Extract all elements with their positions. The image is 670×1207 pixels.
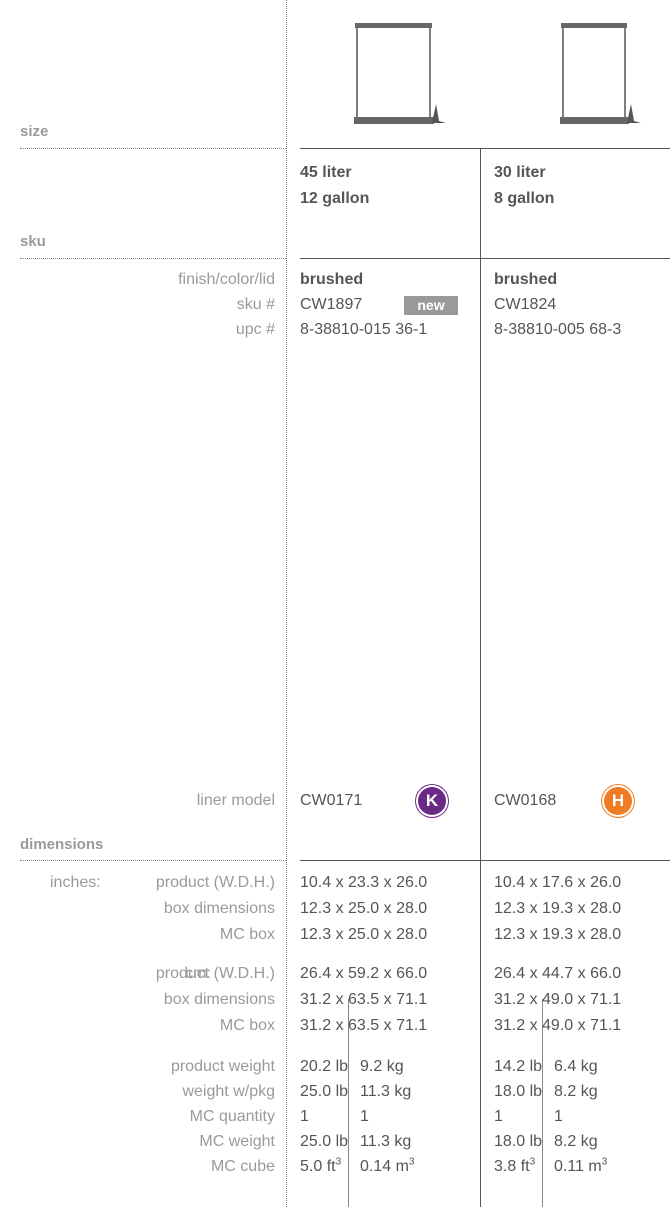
label-weight-pkg: weight w/pkg bbox=[182, 1083, 276, 1100]
solid-rule bbox=[300, 258, 670, 259]
mc-qty-2: 1 bbox=[360, 1108, 369, 1125]
mc-cube-m: 0.14 m3 bbox=[360, 1156, 415, 1175]
cm-mc-box: 31.2 x 49.0 x 71.1 bbox=[494, 1017, 622, 1034]
in-mc-box: 12.3 x 25.0 x 28.0 bbox=[300, 926, 428, 943]
in-product: 10.4 x 17.6 x 26.0 bbox=[494, 874, 622, 891]
label-product-whd-cm: product (W.D.H.) bbox=[155, 965, 275, 982]
size-gallon: 8 gallon bbox=[494, 190, 555, 207]
label-box-dimensions-in: box dimensions bbox=[163, 900, 275, 917]
mc-cube-m: 0.11 m3 bbox=[554, 1156, 608, 1175]
section-size: size bbox=[20, 123, 49, 140]
product-weight-kg: 6.4 kg bbox=[554, 1058, 598, 1075]
mc-cube-ft: 3.8 ft3 bbox=[494, 1156, 536, 1175]
label-sku-num: sku # bbox=[236, 296, 275, 313]
product-weight-lb: 20.2 lb bbox=[300, 1058, 349, 1075]
label-mc-box-in: MC box bbox=[219, 926, 275, 943]
weight-pkg-kg: 8.2 kg bbox=[554, 1083, 598, 1100]
finish-value: brushed bbox=[300, 271, 364, 288]
sku-value: CW1824 bbox=[494, 296, 557, 313]
in-box: 12.3 x 25.0 x 28.0 bbox=[300, 900, 428, 917]
liner-model-value: CW0171 bbox=[300, 792, 363, 809]
mc-qty-1: 1 bbox=[494, 1108, 503, 1125]
size-liter: 45 liter bbox=[300, 164, 352, 181]
label-upc-num: upc # bbox=[235, 321, 275, 338]
label-liner-model: liner model bbox=[196, 792, 275, 809]
upc-value: 8-38810-005 68-3 bbox=[494, 321, 622, 338]
label-box-dimensions-cm: box dimensions bbox=[163, 991, 275, 1008]
solid-rule bbox=[300, 860, 670, 861]
cm-product: 26.4 x 59.2 x 66.0 bbox=[300, 965, 428, 982]
section-dimensions: dimensions bbox=[20, 836, 104, 853]
label-column-divider bbox=[286, 0, 287, 1207]
label-finish: finish/color/lid bbox=[178, 271, 275, 288]
weight-pkg-lb: 18.0 lb bbox=[494, 1083, 543, 1100]
label-product-weight: product weight bbox=[170, 1058, 275, 1075]
solid-rule bbox=[300, 148, 670, 149]
mc-weight-lb: 18.0 lb bbox=[494, 1133, 543, 1150]
mc-weight-kg: 8.2 kg bbox=[554, 1133, 598, 1150]
label-product-whd-in: product (W.D.H.) bbox=[155, 874, 275, 891]
weight-pkg-kg: 11.3 kg bbox=[360, 1083, 412, 1100]
mc-qty-2: 1 bbox=[554, 1108, 563, 1125]
liner-k-icon: K bbox=[418, 787, 446, 815]
product-weight-lb: 14.2 lb bbox=[494, 1058, 543, 1075]
label-mc-weight: MC weight bbox=[199, 1133, 275, 1150]
mc-cube-ft: 5.0 ft3 bbox=[300, 1156, 342, 1175]
size-gallon: 12 gallon bbox=[300, 190, 370, 207]
cm-product: 26.4 x 44.7 x 66.0 bbox=[494, 965, 622, 982]
size-liter: 30 liter bbox=[494, 164, 546, 181]
in-box: 12.3 x 19.3 x 28.0 bbox=[494, 900, 622, 917]
weight-pkg-lb: 25.0 lb bbox=[300, 1083, 349, 1100]
sku-value: CW1897 bbox=[300, 296, 363, 313]
cm-box: 31.2 x 63.5 x 71.1 bbox=[300, 991, 428, 1008]
mc-weight-lb: 25.0 lb bbox=[300, 1133, 349, 1150]
dotted-rule bbox=[20, 148, 286, 149]
label-mc-quantity: MC quantity bbox=[189, 1108, 275, 1125]
dotted-rule bbox=[20, 258, 286, 259]
cm-mc-box: 31.2 x 63.5 x 71.1 bbox=[300, 1017, 428, 1034]
upc-value: 8-38810-015 36-1 bbox=[300, 321, 428, 338]
in-product: 10.4 x 23.3 x 26.0 bbox=[300, 874, 428, 891]
label-mc-cube: MC cube bbox=[210, 1158, 275, 1175]
finish-value: brushed bbox=[494, 271, 558, 288]
liner-model-value: CW0168 bbox=[494, 792, 557, 809]
trash-can-icon bbox=[560, 23, 641, 124]
cm-box: 31.2 x 49.0 x 71.1 bbox=[494, 991, 622, 1008]
mc-weight-kg: 11.3 kg bbox=[360, 1133, 412, 1150]
new-badge: new bbox=[404, 296, 458, 315]
in-mc-box: 12.3 x 19.3 x 28.0 bbox=[494, 926, 622, 943]
liner-h-icon: H bbox=[604, 787, 632, 815]
label-mc-box-cm: MC box bbox=[219, 1017, 275, 1034]
mc-qty-1: 1 bbox=[300, 1108, 309, 1125]
section-sku: sku bbox=[20, 233, 46, 250]
label-inches-prefix: inches: bbox=[50, 874, 101, 891]
dotted-rule bbox=[20, 860, 286, 861]
trash-can-icon bbox=[354, 23, 446, 124]
column-divider bbox=[480, 148, 481, 1207]
product-weight-kg: 9.2 kg bbox=[360, 1058, 404, 1075]
